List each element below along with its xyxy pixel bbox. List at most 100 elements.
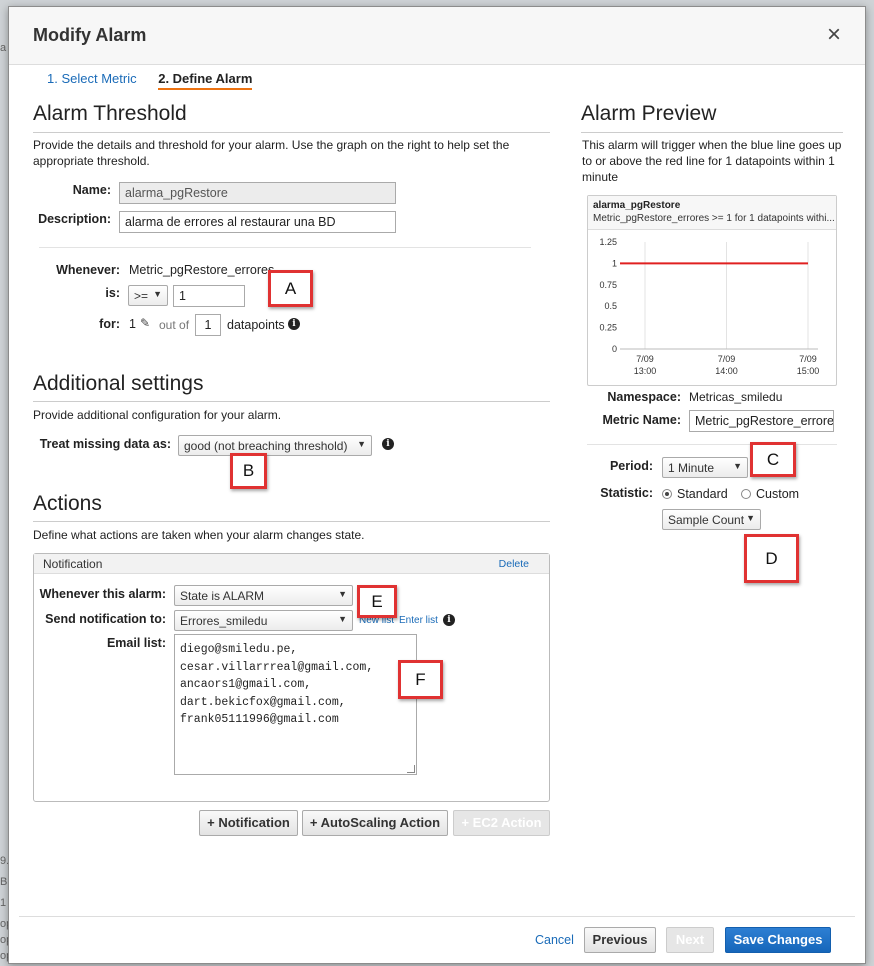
notification-panel-header: Notification Delete (34, 554, 549, 574)
is-label: is: (105, 286, 120, 300)
callout-b: B (230, 453, 267, 489)
dialog-header: Modify Alarm × (9, 7, 865, 65)
period-select[interactable]: 1 Minute ▼ (662, 457, 748, 478)
callout-a: A (268, 270, 313, 307)
additional-settings-heading: Additional settings (33, 372, 204, 395)
metric-name-field[interactable]: Metric_pgRestore_errores (689, 410, 834, 432)
description-label: Description: (38, 212, 111, 226)
for-label: for: (99, 317, 120, 331)
actions-description: Define what actions are taken when your … (33, 528, 365, 542)
background-glyph: op (0, 950, 13, 962)
out-of-text: out of (159, 318, 190, 332)
y-tick-label: 1 (612, 258, 617, 268)
alarm-state-select[interactable]: State is ALARM ▼ (174, 585, 353, 606)
next-button[interactable]: Next (666, 927, 714, 953)
comparison-operator-select[interactable]: >= ▼ (128, 285, 168, 306)
custom-radio[interactable] (741, 489, 751, 499)
chevron-down-icon: ▼ (338, 614, 347, 624)
divider (587, 444, 837, 445)
pencil-icon[interactable]: ✎ (140, 316, 150, 330)
period-label: Period: (609, 459, 653, 473)
email-entry: dart.bekicfox@gmail.com, (180, 695, 346, 709)
info-icon[interactable]: i (443, 614, 455, 626)
dialog-title: Modify Alarm (33, 25, 147, 45)
info-icon[interactable]: i (382, 438, 394, 450)
chevron-down-icon: ▼ (746, 513, 755, 523)
divider (33, 521, 550, 522)
resize-handle-icon[interactable] (407, 765, 415, 773)
email-list-label: Email list: (106, 636, 166, 650)
callout-f: F (398, 660, 443, 699)
divider (33, 401, 550, 402)
topic-select[interactable]: Errores_smiledu ▼ (174, 610, 353, 631)
x-tick-label: 15:00 (797, 366, 820, 376)
missing-data-value: good (not breaching threshold) (184, 439, 348, 453)
x-tick-label: 7/09 (799, 354, 817, 364)
whenever-alarm-label: Whenever this alarm: (39, 587, 166, 601)
threshold-description: Provide the details and threshold for yo… (33, 138, 510, 168)
y-tick-label: 0 (612, 344, 617, 354)
chevron-down-icon: ▼ (733, 461, 742, 471)
background-glyph: op (0, 934, 13, 946)
footer-divider (19, 916, 855, 917)
enter-list-link[interactable]: Enter list (399, 615, 438, 626)
alarm-description-field[interactable]: alarma de errores al restaurar una BD (119, 211, 396, 233)
email-entry: cesar.villarrreal@gmail.com, (180, 660, 374, 674)
missing-data-select[interactable]: good (not breaching threshold) ▼ (178, 435, 372, 456)
add-notification-button[interactable]: + Notification (199, 810, 298, 836)
background-glyph: op (0, 918, 13, 930)
threshold-value-field[interactable]: 1 (173, 285, 245, 307)
standard-label: Standard (677, 487, 728, 501)
background-glyph: B (0, 876, 8, 888)
y-tick-label: 0.75 (599, 280, 617, 290)
email-entry: diego@smiledu.pe, (180, 643, 298, 656)
statistic-value: Sample Count (668, 513, 745, 527)
cancel-link[interactable]: Cancel (535, 933, 574, 947)
previous-button[interactable]: Previous (584, 927, 656, 953)
send-notification-label: Send notification to: (45, 612, 166, 626)
chart-plot: 1.25 1 0.75 0.5 0.25 0 7/09 13:00 7/09 14:00 7/09 1… (599, 237, 820, 376)
x-tick-label: 7/09 (636, 354, 654, 364)
callout-c: C (750, 442, 796, 477)
callout-e: E (357, 585, 397, 618)
alarm-name-field[interactable]: alarma_pgRestore (119, 182, 396, 204)
divider (39, 247, 531, 248)
close-icon[interactable]: × (827, 23, 841, 47)
chevron-down-icon: ▼ (338, 589, 347, 599)
divider (581, 132, 843, 133)
callout-d: D (744, 534, 799, 583)
delete-link[interactable]: Delete (499, 558, 529, 570)
email-list-textarea[interactable]: diego@smiledu.pe, cesar.villarrreal@gmai… (174, 634, 417, 775)
custom-label: Custom (756, 487, 800, 501)
statistic-label: Statistic: (600, 486, 653, 500)
info-icon[interactable]: i (288, 318, 300, 330)
step-define-alarm[interactable]: 2. Define Alarm (158, 71, 253, 90)
divider (33, 132, 550, 133)
datapoints-field[interactable]: 1 (195, 314, 221, 336)
namespace-label: Namespace: (607, 390, 681, 404)
chart-title: alarma_pgRestore (593, 200, 681, 211)
y-tick-label: 0.25 (599, 323, 617, 333)
add-autoscaling-action-button[interactable]: + AutoScaling Action (302, 810, 448, 836)
alarm-state-value: State is ALARM (180, 589, 265, 603)
step-select-metric[interactable]: 1. Select Metric (47, 71, 137, 86)
add-ec2-action-button[interactable]: + EC2 Action (453, 810, 550, 836)
datapoints-label: datapoints (227, 318, 285, 332)
period-value: 1 Minute (668, 461, 715, 475)
wizard-steps: 1. Select Metric 2. Define Alarm (47, 71, 270, 90)
preview-description: This alarm will trigger when the blue li… (582, 138, 842, 184)
chart-subtitle: Metric_pgRestore_errores >= 1 for 1 data… (593, 213, 835, 224)
metric-name-label: Metric Name: (602, 413, 682, 427)
chevron-down-icon: ▼ (357, 439, 366, 449)
statistic-select[interactable]: Sample Count ▼ (662, 509, 761, 530)
additional-description: Provide additional configuration for you… (33, 408, 282, 422)
topic-value: Errores_smiledu (180, 614, 268, 628)
notification-title: Notification (43, 557, 103, 571)
background-glyph: 1 (0, 897, 7, 909)
alarm-preview-chart: alarma_pgRestore Metric_pgRestore_errore… (587, 195, 837, 386)
standard-radio[interactable] (662, 489, 672, 499)
metric-name-text: Metric_pgRestore_errores (129, 263, 275, 277)
x-tick-label: 7/09 (718, 354, 736, 364)
save-changes-button[interactable]: Save Changes (725, 927, 831, 953)
whenever-label: Whenever: (56, 263, 120, 277)
